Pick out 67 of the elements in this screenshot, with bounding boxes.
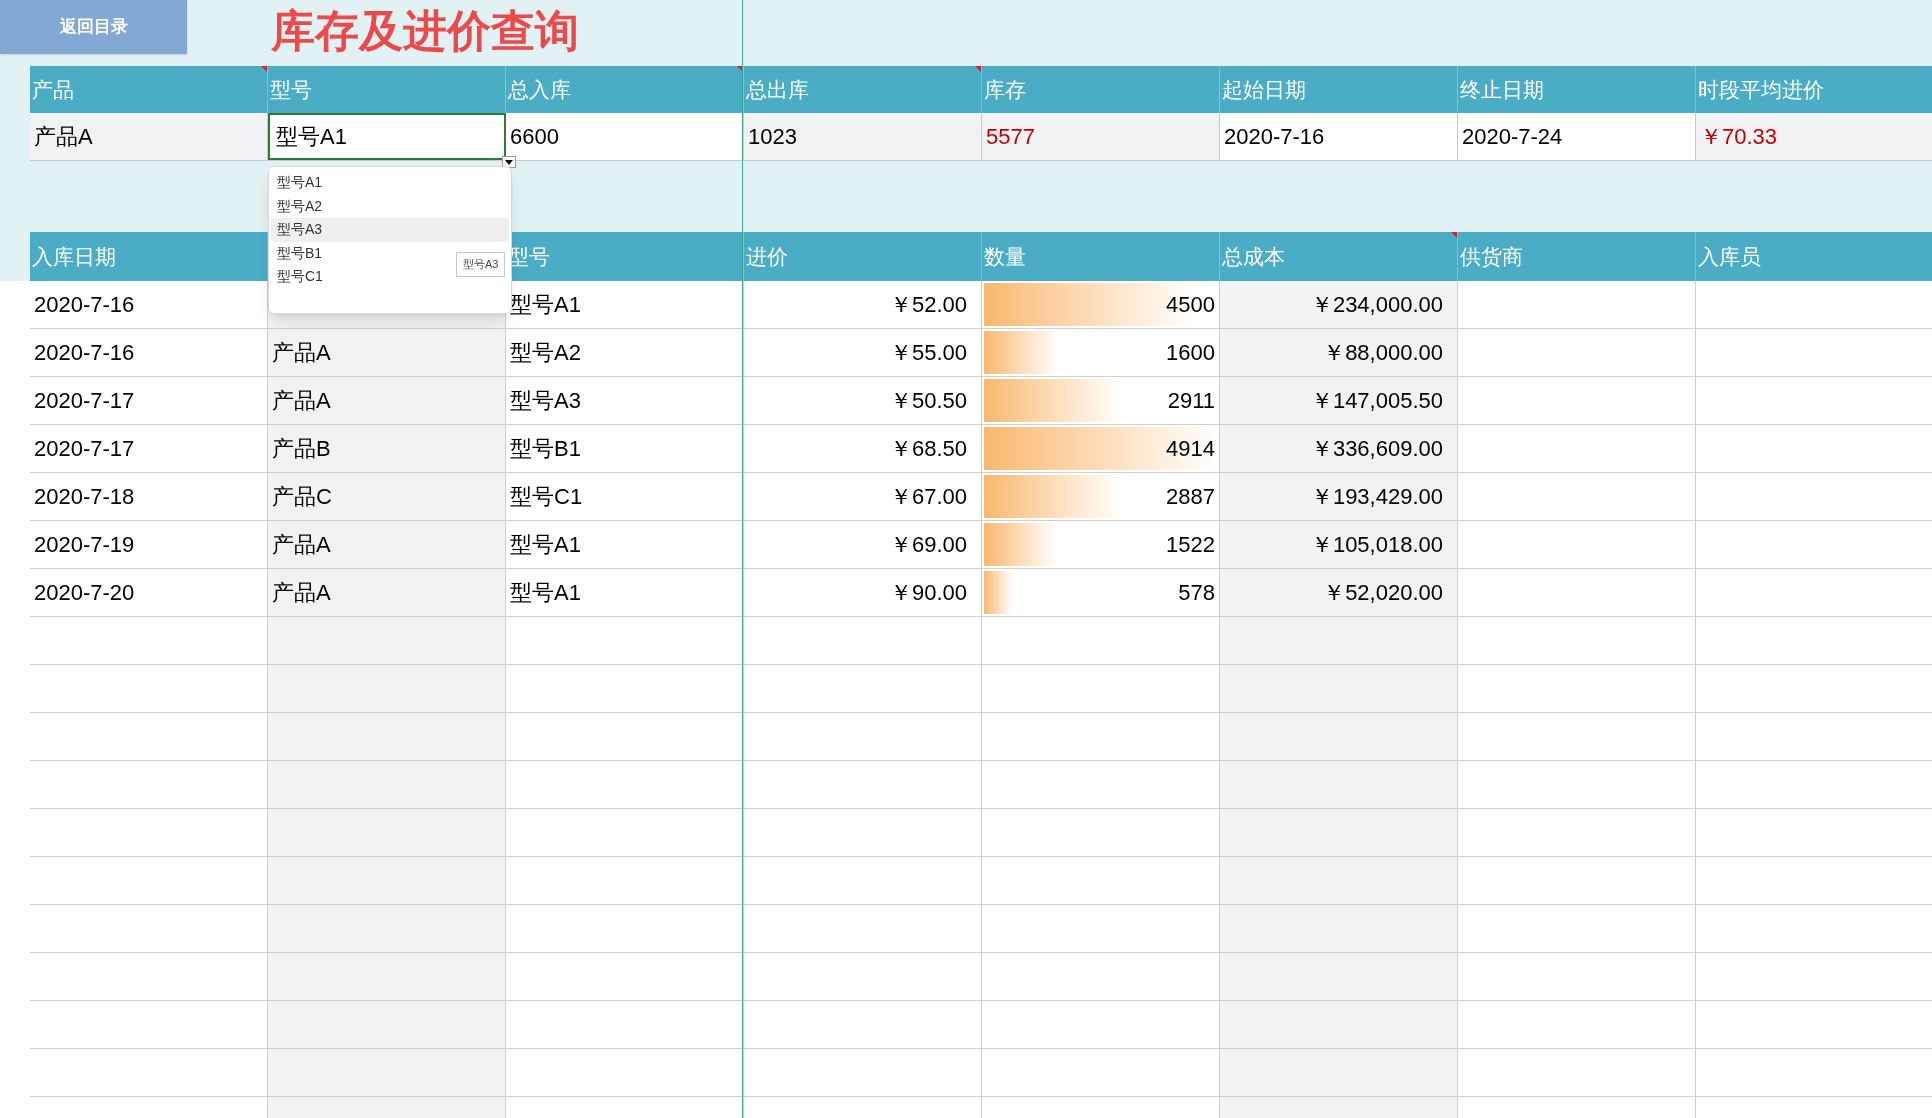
column-header: 总出库	[746, 76, 809, 103]
table-cell: 产品A	[268, 521, 506, 569]
summary-value: 5577	[982, 113, 1220, 161]
table-cell: 产品A	[268, 329, 506, 377]
table-cell: 2020-7-18	[30, 473, 268, 521]
column-header: 数量	[982, 232, 1220, 281]
table-cell: ￥90.00	[744, 569, 982, 617]
table-cell: ￥50.50	[744, 377, 982, 425]
table-cell: ￥55.00	[744, 329, 982, 377]
quantity-value: 1600	[1166, 339, 1215, 367]
table-cell: 型号B1	[506, 425, 744, 473]
table-cell: 2020-7-20	[30, 569, 268, 617]
table-cell: ￥67.00	[744, 473, 982, 521]
column-header: 总成本	[1222, 243, 1285, 270]
column-header: 型号	[268, 66, 506, 113]
table-cell: ￥68.50	[744, 425, 982, 473]
table-cell: 产品B	[268, 425, 506, 473]
table-cell: 型号A1	[506, 569, 744, 617]
table-cell: 型号A1	[506, 281, 744, 329]
quantity-value: 4500	[1166, 291, 1215, 319]
summary-value: 2020-7-16	[1220, 113, 1458, 161]
table-cell: 2020-7-16	[30, 281, 268, 329]
table-cell: ￥147,005.50	[1220, 377, 1458, 425]
table-cell: 产品A	[268, 377, 506, 425]
table-cell: ￥69.00	[744, 521, 982, 569]
table-cell: 2020-7-17	[30, 425, 268, 473]
column-header: 进价	[744, 232, 982, 281]
tooltip: 型号A3	[456, 252, 506, 277]
summary-value: ￥70.33	[1696, 113, 1932, 161]
table-cell: ￥234,000.00	[1220, 281, 1458, 329]
column-header: 时段平均进价	[1696, 66, 1932, 113]
table-cell: 2020-7-16	[30, 329, 268, 377]
dropdown-item[interactable]: 型号A3	[271, 218, 509, 242]
quantity-value: 2911	[1167, 387, 1215, 415]
summary-value: 1023	[744, 113, 982, 161]
summary-value: 2020-7-24	[1458, 113, 1696, 161]
table-cell: ￥105,018.00	[1220, 521, 1458, 569]
quantity-value: 578	[1178, 579, 1215, 607]
summary-value: 6600	[506, 113, 744, 161]
table-cell: 型号A2	[506, 329, 744, 377]
column-header: 起始日期	[1220, 66, 1458, 113]
table-cell: 产品C	[268, 473, 506, 521]
table-cell: 2020-7-19	[30, 521, 268, 569]
column-header: 总入库	[508, 76, 571, 103]
column-header: 终止日期	[1458, 66, 1696, 113]
quantity-value: 4914	[1166, 435, 1215, 463]
table-cell: 2020-7-17	[30, 377, 268, 425]
model-select-field[interactable]: 型号A1	[268, 113, 506, 160]
table-cell: ￥193,429.00	[1220, 473, 1458, 521]
column-header: 产品	[32, 76, 74, 103]
column-header: 入库员	[1696, 232, 1932, 281]
table-cell: 产品A	[268, 569, 506, 617]
dropdown-arrow-icon[interactable]	[502, 156, 516, 168]
table-cell: ￥336,609.00	[1220, 425, 1458, 473]
column-header: 供货商	[1458, 232, 1696, 281]
table-cell: ￥52,020.00	[1220, 569, 1458, 617]
summary-value: 产品A	[30, 113, 268, 161]
column-header: 入库日期	[30, 232, 268, 281]
table-cell: 型号A3	[506, 377, 744, 425]
table-cell: 型号A1	[506, 521, 744, 569]
quantity-value: 1522	[1166, 531, 1215, 559]
page-title: 库存及进价查询	[271, 5, 579, 57]
column-header: 库存	[982, 66, 1220, 113]
table-cell: 型号C1	[506, 473, 744, 521]
table-cell: ￥88,000.00	[1220, 329, 1458, 377]
table-cell: ￥52.00	[744, 281, 982, 329]
quantity-value: 2887	[1166, 483, 1215, 511]
